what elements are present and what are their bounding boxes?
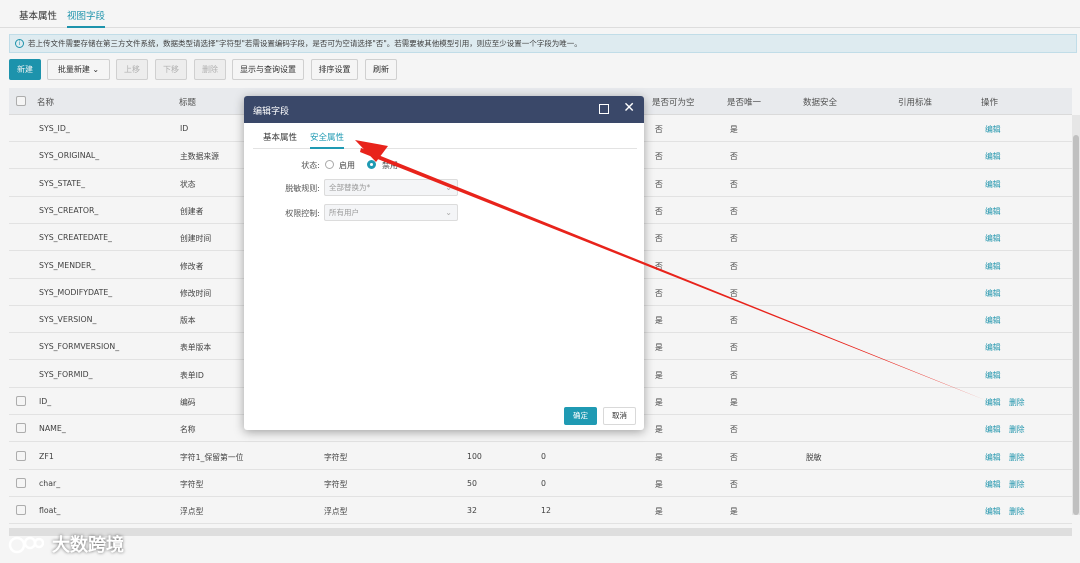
ok-button[interactable]: 确定 bbox=[564, 407, 597, 425]
tab-security-properties[interactable]: 安全属性 bbox=[310, 131, 345, 149]
chevron-down-icon: ⌄ bbox=[445, 208, 452, 217]
permission-select[interactable]: 所有用户 ⌄ bbox=[324, 204, 458, 221]
watermark-text: 大数跨境 bbox=[52, 535, 124, 556]
dialog-header: 编辑字段 ✕ bbox=[244, 96, 644, 123]
permission-label: 权限控制: bbox=[285, 209, 320, 218]
status-label: 状态: bbox=[301, 161, 320, 170]
mask-rule-value: 全部替换为* bbox=[329, 183, 371, 192]
mask-rule-label: 脱敏规则: bbox=[285, 184, 320, 193]
close-icon[interactable]: ✕ bbox=[623, 100, 635, 116]
chevron-down-icon: ⌄ bbox=[445, 183, 452, 192]
permission-value: 所有用户 bbox=[329, 208, 359, 217]
cancel-button[interactable]: 取消 bbox=[603, 407, 636, 425]
dialog-tabs: 基本属性 安全属性 bbox=[253, 127, 637, 149]
tab-basic-properties-dialog[interactable]: 基本属性 bbox=[263, 131, 297, 143]
maximize-icon[interactable] bbox=[599, 104, 609, 114]
status-disable-radio[interactable] bbox=[367, 160, 376, 169]
status-enable-label: 启用 bbox=[339, 161, 355, 170]
edit-field-dialog: 编辑字段 ✕ 基本属性 安全属性 状态: 启用 禁用 脱敏规则: 全部替换为* … bbox=[244, 96, 644, 430]
status-disable-label: 禁用 bbox=[382, 161, 398, 170]
status-enable-radio[interactable] bbox=[325, 160, 334, 169]
mask-rule-select[interactable]: 全部替换为* ⌄ bbox=[324, 179, 458, 196]
watermark-logo bbox=[8, 536, 44, 554]
dialog-title: 编辑字段 bbox=[253, 107, 290, 117]
